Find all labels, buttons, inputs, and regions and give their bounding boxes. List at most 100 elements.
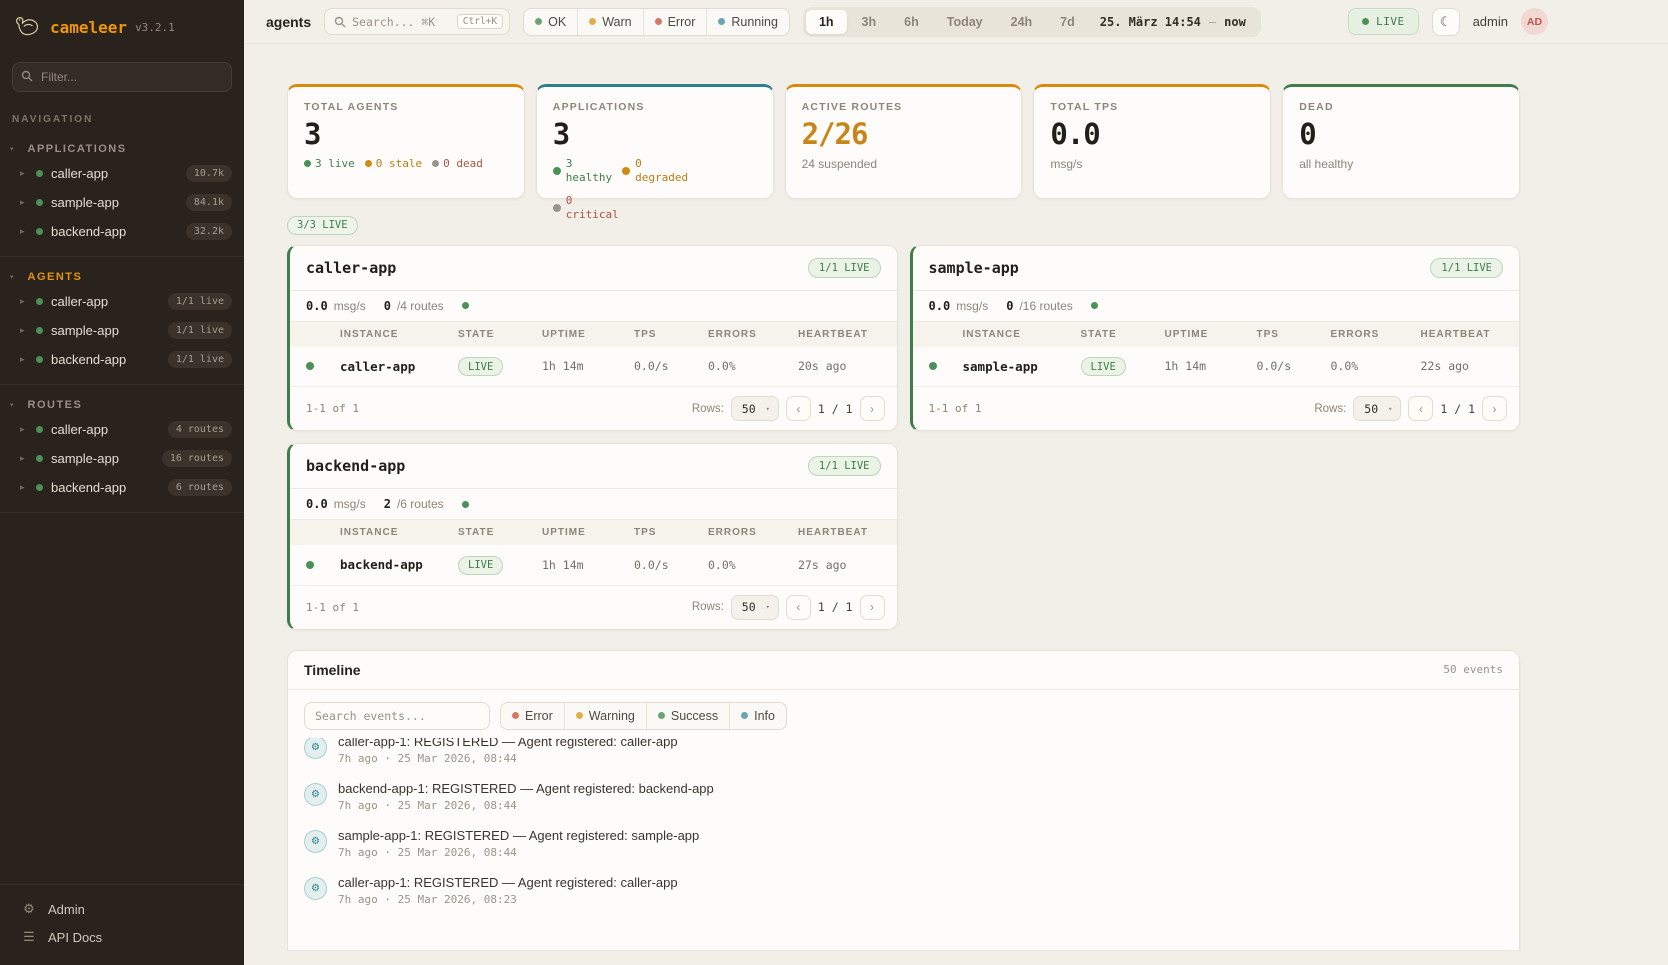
sidebar-item-backend-app-agents[interactable]: ▸ backend-app 1/1 live [0,345,244,374]
rows-value: 50 [742,402,756,416]
timeline-event[interactable]: ⚙ caller-app-1: REGISTERED — Agent regis… [304,867,1503,914]
section-label: AGENTS [28,271,83,283]
uptime-value: 1h 14m [542,558,634,572]
prev-page-button[interactable]: ‹ [786,396,811,421]
section-header-routes[interactable]: ▾ ROUTES [0,393,244,415]
sidebar-filter [12,62,232,92]
table-row[interactable]: sample-app LIVE 1h 14m 0.0/s 0.0% 22s ag… [913,347,1520,388]
next-page-button[interactable]: › [1482,396,1507,421]
prev-page-button[interactable]: ‹ [786,595,811,620]
status-filter-running[interactable]: Running [707,9,789,35]
rows-label: Rows: [1314,403,1346,415]
filter-input[interactable] [12,62,232,92]
status-dot [36,228,43,235]
routes-active: 2 [384,497,391,511]
time-range-today[interactable]: Today [934,10,996,34]
timeline-event[interactable]: ⚙ backend-app-1: REGISTERED — Agent regi… [304,773,1503,820]
chevron-right-icon: › [870,600,874,614]
item-label: sample-app [51,323,160,338]
routes-total: /4 routes [397,299,444,313]
chevron-down-icon: ▾ [766,405,770,413]
global-search[interactable]: Search... ⌘K Ctrl+K [324,8,510,35]
event-filter-success[interactable]: Success [647,703,730,729]
theme-toggle-button[interactable]: ☾ [1432,8,1460,36]
time-range-1h[interactable]: 1h [806,10,847,34]
instance-status-dot [306,362,314,370]
timeline-event[interactable]: ⚙ caller-app-1: REGISTERED — Agent regis… [304,738,1503,773]
section-header-agents[interactable]: ▾ AGENTS [0,265,244,287]
stat-value: 2/26 [802,119,1006,151]
sidebar-section-routes: ▾ ROUTES ▸ caller-app 4 routes ▸ sample-… [0,385,244,513]
prev-page-button[interactable]: ‹ [1408,396,1433,421]
sidebar-item-sample-app[interactable]: ▸ sample-app 84.1k [0,188,244,217]
event-filter-error[interactable]: Error [501,703,565,729]
status-filter-ok[interactable]: OK [524,9,578,35]
section-header-applications[interactable]: ▾ APPLICATIONS [0,137,244,159]
instance-status-dot [929,362,937,370]
health-dot [462,501,469,508]
timeline-search-input[interactable] [304,702,490,730]
col-uptime: UPTIME [1165,329,1257,340]
rows-per-page-select[interactable]: 50 ▾ [731,595,779,620]
chevron-right-icon: › [870,402,874,416]
sidebar-item-sample-app-agents[interactable]: ▸ sample-app 1/1 live [0,316,244,345]
sidebar-item-api-docs[interactable]: ☰ API Docs [0,923,244,951]
col-errors: ERRORS [708,527,798,538]
status-dot [36,327,43,334]
healthy-count: 3 [566,157,612,171]
next-page-button[interactable]: › [860,396,885,421]
filter-label: Warning [589,709,635,723]
sidebar-item-sample-app-routes[interactable]: ▸ sample-app 16 routes [0,444,244,473]
table-row[interactable]: backend-app LIVE 1h 14m 0.0/s 0.0% 27s a… [290,545,897,586]
timeline-event-count: 50 events [1443,663,1503,676]
sidebar-item-backend-app-routes[interactable]: ▸ backend-app 6 routes [0,473,244,502]
sidebar-item-backend-app[interactable]: ▸ backend-app 32.2k [0,217,244,246]
row-range: 1-1 of 1 [306,402,359,415]
stat-value: 0.0 [1050,119,1254,151]
event-title: sample-app-1: REGISTERED — Agent registe… [338,828,699,843]
avatar[interactable]: AD [1521,8,1548,35]
stat-subtext: 24 suspended [802,157,1006,171]
rows-per-page-select[interactable]: 50 ▾ [731,396,779,421]
col-heartbeat: HEARTBEAT [798,329,897,340]
caret-right-icon: ▸ [20,424,28,435]
next-page-button[interactable]: › [860,595,885,620]
event-list[interactable]: ⚙ caller-app-1: REGISTERED — Agent regis… [288,738,1519,950]
table-row[interactable]: caller-app LIVE 1h 14m 0.0/s 0.0% 20s ag… [290,347,897,388]
item-badge: 1/1 live [168,293,232,310]
time-range-display: 25. März 14:54 — now [1090,15,1258,29]
rows-per-page-select[interactable]: 50 ▾ [1353,396,1401,421]
table-header: INSTANCE STATE UPTIME TPS ERRORS HEARTBE… [290,520,897,545]
uptime-value: 1h 14m [1165,359,1257,373]
event-title: caller-app-1: REGISTERED — Agent registe… [338,738,678,749]
sidebar-item-caller-app[interactable]: ▸ caller-app 10.7k [0,159,244,188]
app-card-caller-app: caller-app 1/1 LIVE 0.0 msg/s 0 /4 route… [287,245,898,432]
error-dot [512,712,519,719]
time-range-3h[interactable]: 3h [849,10,890,34]
filter-label: Running [731,15,778,29]
chevron-right-icon: › [1493,402,1497,416]
time-range-6h[interactable]: 6h [891,10,932,34]
item-badge: 6 routes [168,479,232,496]
filter-label: Error [525,709,553,723]
timeline-event[interactable]: ⚙ sample-app-1: REGISTERED — Agent regis… [304,820,1503,867]
status-filter-error[interactable]: Error [644,9,708,35]
event-filter-info[interactable]: Info [730,703,786,729]
table-header-spacer [929,329,963,340]
sidebar-item-admin[interactable]: ⚙ Admin [0,895,244,923]
col-errors: ERRORS [1331,329,1421,340]
time-range-7d[interactable]: 7d [1047,10,1088,34]
rows-label: Rows: [692,601,724,613]
sidebar-item-caller-app-routes[interactable]: ▸ caller-app 4 routes [0,415,244,444]
time-range-24h[interactable]: 24h [998,10,1046,34]
sidebar-item-caller-app-agents[interactable]: ▸ caller-app 1/1 live [0,287,244,316]
degraded-dot [622,167,630,175]
degraded-count: 0 [635,157,688,171]
live-dot [304,160,311,167]
status-filter-warn[interactable]: Warn [578,9,643,35]
page-indicator: 1 / 1 [818,600,853,614]
event-filter-warning[interactable]: Warning [565,703,647,729]
routes-total: /16 routes [1019,299,1072,313]
stat-title: APPLICATIONS [553,101,757,113]
filter-label: OK [548,15,566,29]
